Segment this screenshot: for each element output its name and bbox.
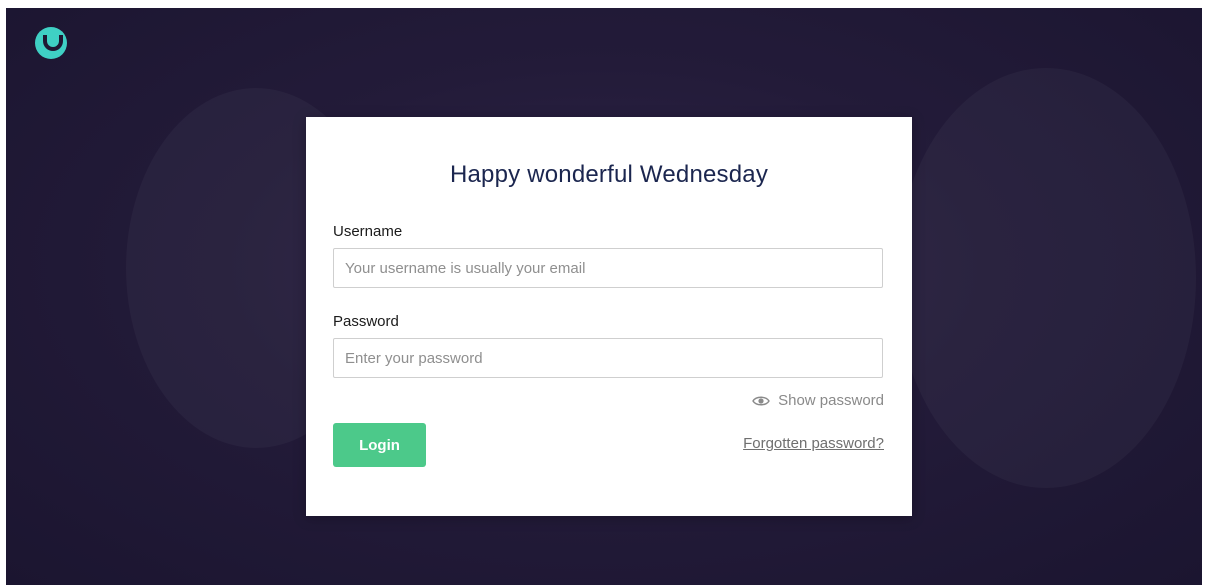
forgotten-password-link[interactable]: Forgotten password? bbox=[743, 435, 884, 452]
greeting-title: Happy wonderful Wednesday bbox=[449, 161, 769, 188]
username-input[interactable] bbox=[333, 248, 883, 288]
show-password-label: Show password bbox=[778, 392, 884, 409]
username-label: Username bbox=[333, 223, 403, 240]
login-screen-background: Happy wonderful Wednesday Username Passw… bbox=[6, 8, 1202, 585]
password-label: Password bbox=[333, 313, 399, 330]
password-input[interactable] bbox=[333, 338, 883, 378]
login-card: Happy wonderful Wednesday Username Passw… bbox=[306, 117, 912, 516]
show-password-toggle[interactable]: Show password bbox=[752, 392, 884, 409]
eye-icon bbox=[752, 396, 770, 405]
logo-icon[interactable] bbox=[35, 27, 67, 59]
login-button[interactable]: Login bbox=[333, 423, 426, 467]
background-hand-right bbox=[896, 68, 1196, 488]
